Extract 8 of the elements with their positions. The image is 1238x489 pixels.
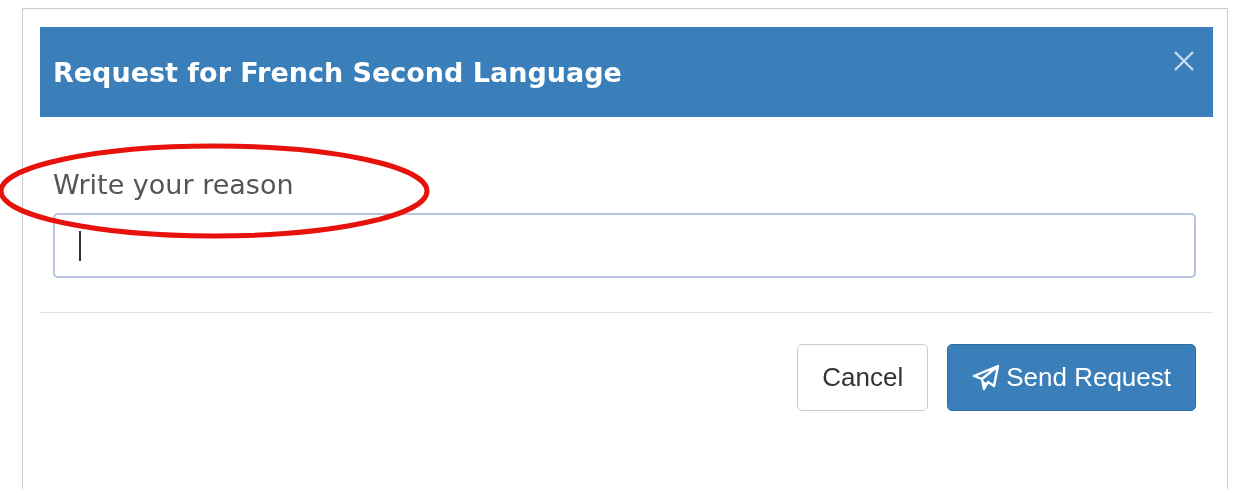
- close-icon[interactable]: [1173, 50, 1195, 72]
- reason-input[interactable]: [53, 213, 1196, 278]
- send-request-button[interactable]: Send Request: [947, 344, 1196, 411]
- text-caret: [79, 230, 81, 261]
- dialog-title: Request for French Second Language: [53, 56, 622, 88]
- field-label: Write your reason: [53, 169, 294, 200]
- cancel-button[interactable]: Cancel: [797, 344, 929, 411]
- paper-plane-icon: [972, 363, 1001, 392]
